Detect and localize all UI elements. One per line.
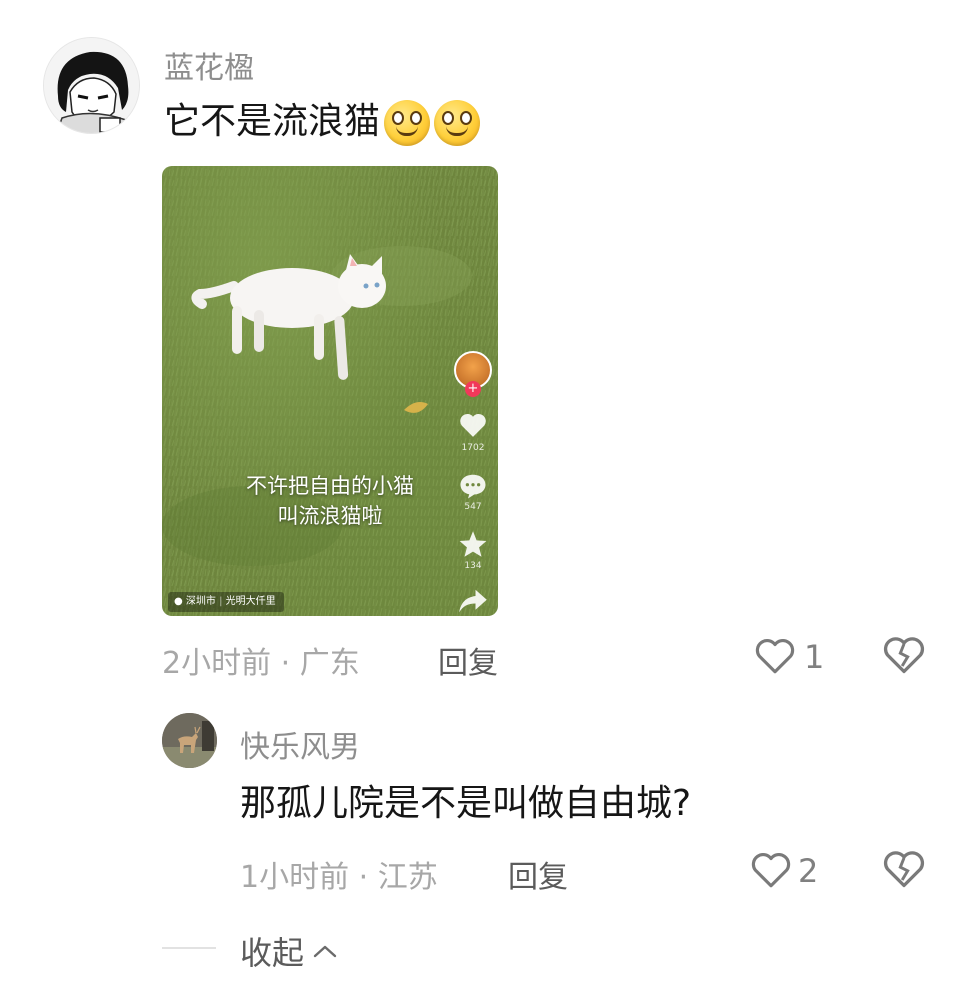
video-like-count: 1702	[461, 443, 485, 453]
dislike-broken-heart-icon[interactable]	[882, 634, 926, 676]
comment-time-location: 2小时前 · 广东	[162, 646, 360, 681]
video-favorite-count: 134	[464, 561, 482, 571]
collapse-replies-button[interactable]: 收起	[240, 928, 338, 974]
comment-reply-button[interactable]: 回复	[438, 638, 498, 682]
follow-plus-icon[interactable]: +	[465, 381, 481, 397]
reply-username[interactable]: 快乐风男	[240, 722, 360, 766]
video-thumbnail[interactable]: + 1702 547 134 不许把自由的小猫 叫流浪猫啦 ● 深圳市 | 光明…	[162, 166, 498, 616]
reply-time-location: 1小时前 · 江苏	[240, 860, 438, 895]
chevron-up-icon	[313, 945, 337, 958]
reply-reply-button[interactable]: 回复	[508, 852, 568, 896]
comment-text: 它不是流浪猫	[164, 100, 481, 146]
smiling-face-icon	[384, 100, 431, 146]
location-place: 光明大仟里	[225, 596, 276, 607]
location-city: 深圳市	[185, 596, 216, 607]
location-pin-icon: ●	[174, 596, 183, 607]
deer-photo-icon	[162, 713, 217, 768]
manga-portrait-icon	[44, 38, 139, 133]
heart-icon[interactable]	[458, 412, 488, 438]
cat-on-grass-image	[162, 166, 498, 616]
reply-text: 那孤儿院是不是叫做自由城?	[240, 783, 692, 824]
like-heart-icon[interactable]	[750, 850, 792, 890]
comment-like-count: 1	[804, 638, 825, 676]
collapse-divider	[162, 947, 216, 949]
share-arrow-icon[interactable]	[458, 588, 488, 614]
like-heart-icon[interactable]	[754, 636, 796, 676]
reply-avatar[interactable]	[162, 713, 217, 768]
dislike-broken-heart-icon[interactable]	[882, 848, 926, 890]
video-caption-line1: 不许把自由的小猫	[246, 474, 414, 498]
location-tag[interactable]: ● 深圳市 | 光明大仟里	[168, 592, 284, 612]
video-caption: 不许把自由的小猫 叫流浪猫啦	[162, 471, 498, 531]
collapse-label: 收起	[240, 934, 305, 972]
commenter-avatar[interactable]	[43, 37, 140, 134]
star-icon[interactable]	[458, 530, 488, 558]
location-divider: |	[219, 596, 223, 607]
video-caption-line2: 叫流浪猫啦	[277, 504, 383, 528]
commenter-username[interactable]: 蓝花楹	[164, 43, 254, 87]
comment-text-body: 它不是流浪猫	[164, 101, 381, 142]
smiling-face-icon	[434, 100, 481, 146]
reply-like-count: 2	[798, 852, 819, 890]
